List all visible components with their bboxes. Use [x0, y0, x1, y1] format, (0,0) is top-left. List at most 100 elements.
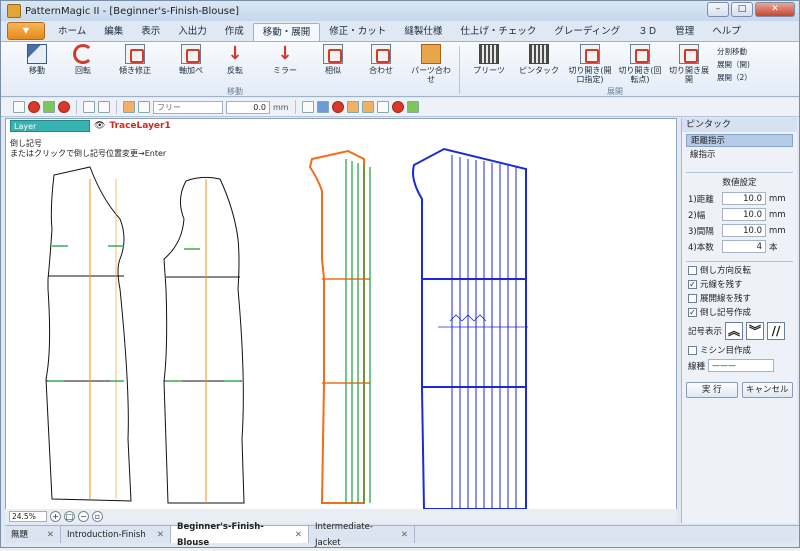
width-input[interactable]: 10.0: [722, 208, 766, 221]
split-move-item[interactable]: 分割移動: [717, 45, 752, 58]
tab-view[interactable]: 表示: [132, 23, 169, 41]
close-tab-icon[interactable]: ✕: [47, 527, 54, 543]
tab-io[interactable]: 入出力: [169, 23, 216, 41]
checkbox-keep-original[interactable]: ✓ 元線を残す: [688, 278, 791, 290]
similar-button[interactable]: 相似: [317, 44, 349, 75]
minimize-button[interactable]: –: [707, 2, 729, 17]
close-tab-icon[interactable]: ✕: [295, 527, 302, 543]
tilt-fix-button[interactable]: 傾き修正: [115, 44, 155, 75]
zoom-level-select[interactable]: 24.5%: [9, 510, 47, 522]
mirror-button[interactable]: ↓ ミラー: [269, 44, 301, 76]
checkbox-stitch[interactable]: ミシン目作成: [688, 344, 791, 356]
zoom-fit-icon[interactable]: □: [64, 510, 75, 522]
drawing-canvas[interactable]: Layer 👁 TraceLayer1 倒し記号 またはクリックで倒し記号位置変…: [5, 118, 677, 518]
value-input[interactable]: 0.0: [226, 100, 270, 114]
folder-icon[interactable]: [406, 101, 419, 113]
checkbox-reverse[interactable]: 倒し方向反転: [688, 264, 791, 276]
mode-line[interactable]: 線指示: [686, 149, 793, 162]
checkbox-create-symbol[interactable]: ✓ 倒し記号作成: [688, 306, 791, 318]
tab-home[interactable]: ホーム: [49, 23, 95, 41]
tab-create[interactable]: 作成: [216, 23, 253, 41]
expand-open-item[interactable]: 展開（開): [717, 58, 752, 71]
slash-expand-button[interactable]: 切り開き展開: [667, 44, 711, 84]
zoom-out-icon[interactable]: −: [78, 510, 89, 522]
double-chevron-down-icon[interactable]: ︾: [746, 322, 765, 340]
tab-help[interactable]: ヘルプ: [703, 23, 750, 41]
maximize-button[interactable]: □: [731, 2, 753, 17]
app-menu-button[interactable]: ▼: [7, 22, 45, 40]
close-tab-icon[interactable]: ✕: [401, 527, 408, 543]
field-label: 4)本数: [688, 242, 714, 253]
redo-icon[interactable]: [43, 101, 55, 113]
lock-icon[interactable]: [361, 101, 374, 113]
document-tab-bar: 無題 ✕ Introduction-Finish ✕ Beginner's-Fini…: [5, 522, 799, 548]
checkbox-keep-expand[interactable]: 展開線を残す: [688, 292, 791, 304]
slash-rotate-button[interactable]: 切り開き(回転点): [617, 44, 663, 84]
doc-tab-beginner-blouse[interactable]: Beginner's-Finish-Blouse ✕: [171, 522, 309, 548]
pleats-button[interactable]: プリーツ: [471, 44, 507, 75]
mode-distance[interactable]: 距離指示: [686, 134, 793, 147]
pintuck-button[interactable]: ピンタック: [519, 44, 559, 75]
checkbox-box[interactable]: [688, 345, 697, 355]
expand-2-item[interactable]: 展開（2）: [717, 71, 752, 84]
flip-button[interactable]: ↓ 反転: [219, 43, 251, 76]
double-chevron-up-icon[interactable]: ︽: [725, 322, 744, 340]
line-type-select[interactable]: フリー: [153, 100, 223, 114]
pen-icon[interactable]: [331, 101, 344, 113]
double-slash-icon[interactable]: //: [767, 322, 786, 340]
tab-move-expand[interactable]: 移動・展開: [252, 23, 321, 41]
magnet-icon[interactable]: [301, 101, 314, 113]
align-button[interactable]: 合わせ: [365, 44, 397, 75]
new-icon[interactable]: [13, 101, 25, 113]
field-label: 2)幅: [688, 210, 706, 221]
tab-3d[interactable]: ３Ｄ: [629, 23, 666, 41]
axis-label: 軸加ぺ: [179, 66, 203, 75]
count-input[interactable]: 4: [722, 240, 766, 253]
select-icon[interactable]: [98, 101, 110, 113]
checkbox-box[interactable]: [688, 293, 697, 303]
hand-icon[interactable]: [346, 101, 359, 113]
cancel-button[interactable]: キャンセル: [741, 382, 793, 398]
field-unit: 本: [769, 242, 778, 253]
stop-icon[interactable]: [58, 101, 70, 113]
checkbox-box[interactable]: ✓: [688, 279, 697, 289]
doc-tab-intermediate-jacket[interactable]: Intermediate-Jacket ✕: [309, 522, 415, 548]
doc-tab-introduction[interactable]: Introduction-Finish ✕: [61, 526, 171, 543]
rotate-button[interactable]: 回転: [67, 44, 99, 75]
distance-input[interactable]: 10.0: [722, 192, 766, 205]
ruler-icon[interactable]: [316, 101, 329, 113]
move-button[interactable]: 移動: [21, 44, 53, 75]
similar-label: 相似: [325, 66, 341, 75]
tab-finish-check[interactable]: 仕上げ・チェック: [451, 23, 545, 41]
pintuck-icon: [529, 44, 549, 64]
execute-button[interactable]: 実 行: [686, 382, 738, 398]
zoom-in-icon[interactable]: +: [50, 510, 61, 522]
bell-icon[interactable]: [376, 101, 389, 113]
layer-icon[interactable]: [123, 101, 135, 113]
parts-align-icon: [421, 44, 441, 64]
tab-grading[interactable]: グレーディング: [545, 23, 629, 41]
close-button[interactable]: ✕: [755, 2, 795, 17]
undo-icon[interactable]: [28, 101, 40, 113]
flip-arrow-icon: ↓: [227, 43, 243, 64]
eye-off-icon[interactable]: [391, 101, 404, 113]
checkbox-box[interactable]: [688, 265, 697, 275]
tab-edit[interactable]: 編集: [95, 23, 132, 41]
doc-tab-untitled[interactable]: 無題 ✕: [5, 526, 61, 543]
field-unit: mm: [769, 225, 786, 236]
interval-input[interactable]: 10.0: [722, 224, 766, 237]
zoom-window-icon[interactable]: ▫: [92, 510, 103, 522]
align-icon: [371, 44, 391, 64]
frame-icon[interactable]: [83, 101, 95, 113]
slash-open-button[interactable]: 切り開き(開口指定): [567, 44, 613, 84]
parts-align-button[interactable]: パーツ合わせ: [409, 44, 453, 84]
tab-manage[interactable]: 管理: [666, 23, 703, 41]
stack-icon[interactable]: [138, 101, 150, 113]
tab-modify-cut[interactable]: 修正・カット: [320, 23, 395, 41]
doc-tab-label: 無題: [11, 529, 29, 540]
line-type-dropdown[interactable]: ———: [708, 359, 775, 372]
checkbox-box[interactable]: ✓: [688, 307, 697, 317]
axis-button[interactable]: 軸加ぺ: [171, 44, 211, 75]
tab-sewing[interactable]: 縫製仕様: [395, 23, 451, 41]
close-tab-icon[interactable]: ✕: [157, 527, 164, 543]
